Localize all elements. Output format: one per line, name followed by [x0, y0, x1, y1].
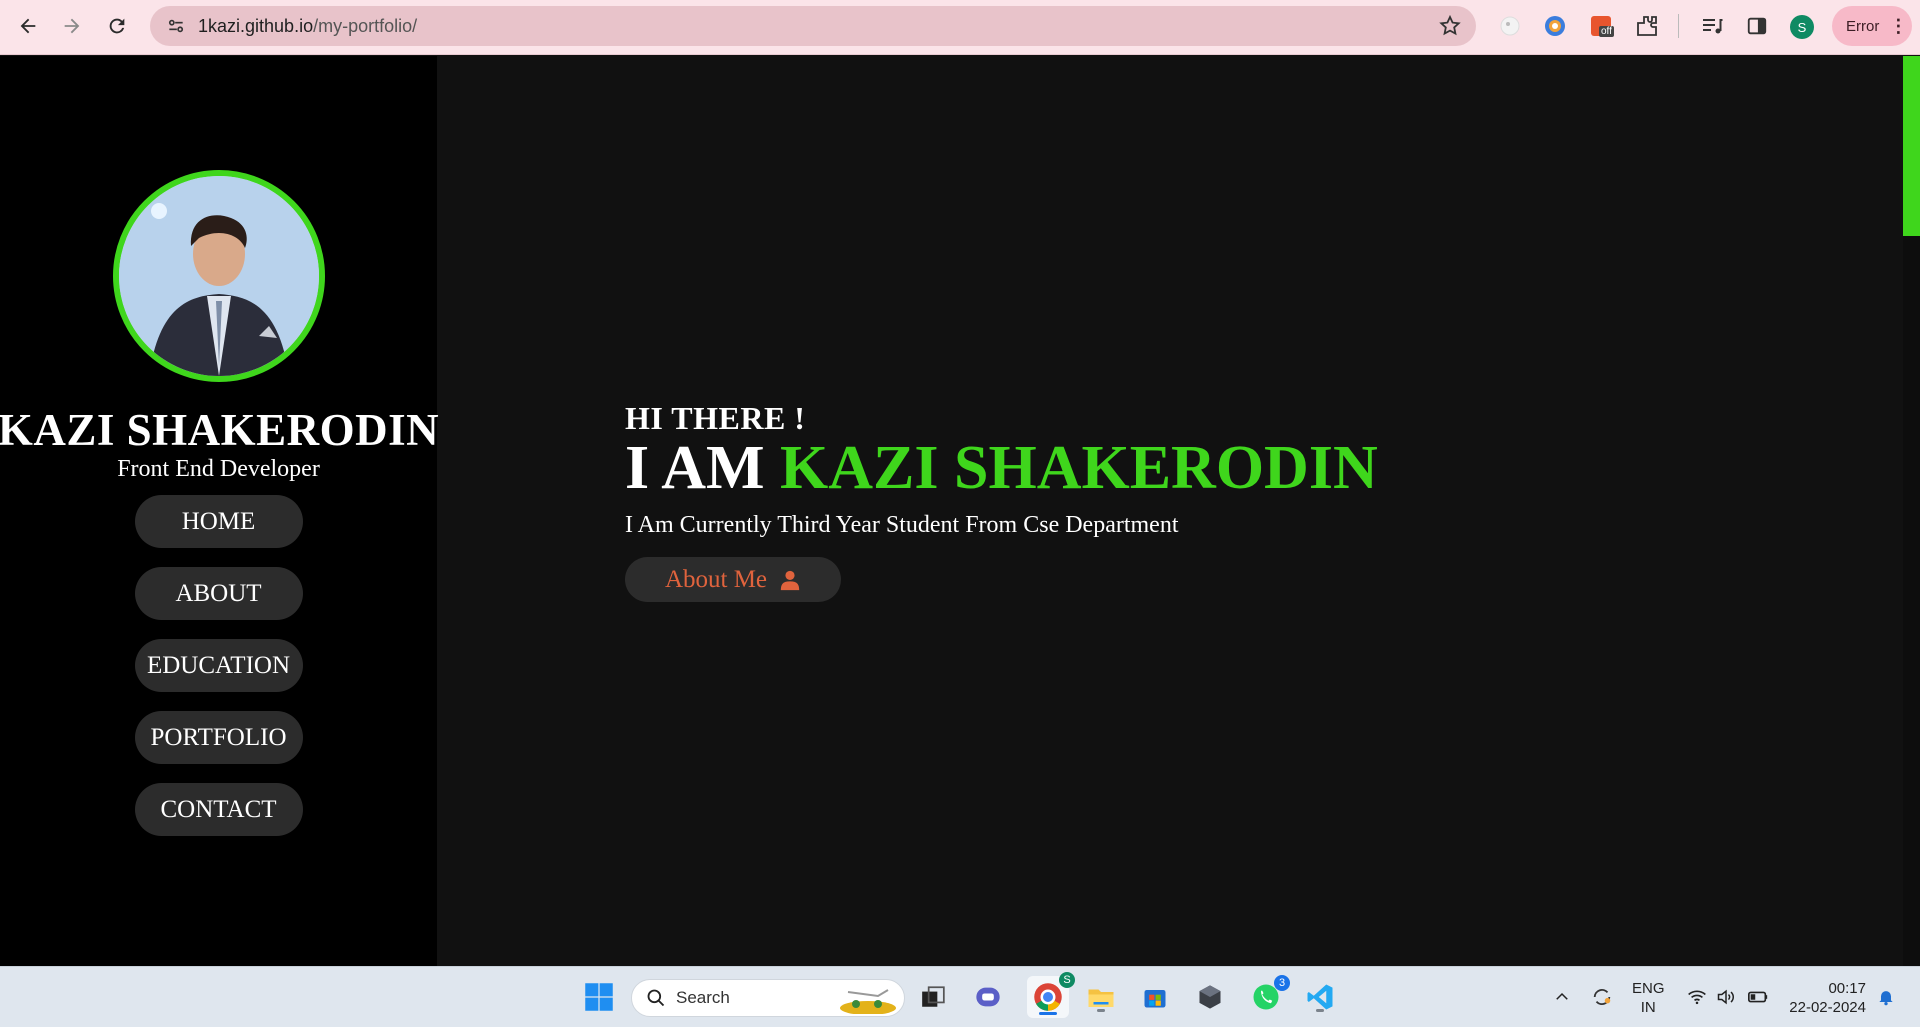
person-portrait-icon	[118, 176, 319, 376]
nav-portfolio-button[interactable]: PORTFOLIO	[134, 711, 303, 764]
extension-off-badge: off	[1599, 26, 1614, 37]
about-me-label: About Me	[664, 565, 768, 593]
chrome-profile-badge: S	[1059, 972, 1075, 988]
cube-app-icon[interactable]	[1192, 979, 1228, 1015]
hero-headline: I AM KAZI SHAKERODIN	[625, 433, 1378, 504]
lang-line2: IN	[1640, 999, 1656, 1016]
extension-off-icon[interactable]: off	[1587, 12, 1615, 40]
menu-dots-icon: ⋮	[1889, 15, 1908, 36]
file-explorer-icon[interactable]	[1083, 979, 1119, 1015]
hero-description: I Am Currently Third Year Student From C…	[625, 512, 1179, 538]
search-label: Search	[676, 988, 730, 1007]
lang-line1: ENG	[1632, 980, 1665, 997]
hero-name: KAZI SHAKERODIN	[780, 434, 1378, 502]
error-label: Error	[1846, 17, 1880, 35]
extension-circle-icon[interactable]	[1541, 12, 1569, 40]
notification-bell-icon[interactable]	[1868, 979, 1904, 1015]
profile-name: KAZI SHAKERODIN	[0, 405, 440, 455]
page-scrollbar[interactable]	[1903, 56, 1920, 966]
hero-greeting: HI THERE !	[625, 400, 806, 436]
taskbar-clock[interactable]: 00:17 22-02-2024	[1780, 979, 1866, 1017]
nav-education-button[interactable]: EDUCATION	[134, 639, 303, 692]
back-button[interactable]	[10, 8, 46, 44]
teams-chat-icon[interactable]	[970, 979, 1006, 1015]
browser-toolbar: 1kazi.github.io/my-portfolio/ off S Erro…	[0, 0, 1920, 55]
profile-photo	[112, 170, 325, 382]
chrome-taskbar-icon[interactable]: S	[1027, 972, 1075, 1018]
site-info-icon[interactable]	[164, 14, 188, 38]
extensions-puzzle-icon[interactable]	[1633, 12, 1661, 40]
scrollbar-thumb[interactable]	[1903, 56, 1920, 236]
vscode-icon[interactable]	[1302, 979, 1338, 1015]
url-path: /my-portfolio/	[313, 15, 418, 36]
hero-section: HI THERE ! I AM KAZI SHAKERODIN I Am Cur…	[625, 400, 1378, 602]
whatsapp-unread-badge: 3	[1274, 975, 1290, 991]
start-windows-icon[interactable]	[581, 979, 617, 1015]
clock-time: 00:17	[1828, 980, 1866, 997]
microsoft-store-icon[interactable]	[1137, 979, 1173, 1015]
profile-avatar[interactable]: S	[1790, 15, 1814, 39]
sidebar: KAZI SHAKERODIN Front End Developer HOME…	[0, 56, 440, 966]
page-content: KAZI SHAKERODIN Front End Developer HOME…	[0, 56, 1920, 966]
bookmark-star-icon[interactable]	[1438, 14, 1462, 38]
nav-about-button[interactable]: ABOUT	[134, 567, 303, 620]
nav-contact-button[interactable]: CONTACT	[134, 783, 303, 836]
forward-button[interactable]	[54, 8, 90, 44]
toolbar-divider	[1678, 14, 1679, 38]
battery-icon[interactable]	[1740, 979, 1776, 1015]
address-bar[interactable]: 1kazi.github.io/my-portfolio/	[150, 6, 1476, 46]
error-chip-button[interactable]: Error ⋮	[1832, 6, 1912, 46]
reload-button[interactable]	[99, 8, 135, 44]
sidebar-nav: HOME ABOUT EDUCATION PORTFOLIO CONTACT	[134, 495, 303, 836]
side-panel-icon[interactable]	[1743, 12, 1771, 40]
extension-eye-icon[interactable]	[1496, 12, 1524, 40]
volume-icon[interactable]	[1708, 979, 1744, 1015]
media-queue-icon[interactable]	[1698, 12, 1726, 40]
task-view-icon[interactable]	[915, 979, 951, 1015]
explorer-running-indicator	[1097, 1009, 1105, 1012]
url-host: 1kazi.github.io	[198, 15, 314, 36]
arrow-left-icon	[20, 18, 36, 34]
about-me-button[interactable]: About Me	[625, 557, 841, 602]
clock-date: 22-02-2024	[1789, 999, 1866, 1016]
sync-icon[interactable]	[1584, 979, 1620, 1015]
url-text[interactable]: 1kazi.github.io/my-portfolio/	[198, 16, 417, 37]
hero-iam-text: I AM	[625, 434, 765, 502]
profile-role: Front End Developer	[117, 456, 320, 482]
reload-icon	[109, 18, 125, 34]
taskbar-search[interactable]: Search	[631, 979, 905, 1017]
chrome-active-indicator	[1039, 1012, 1057, 1015]
input-language[interactable]: ENG IN	[1632, 979, 1665, 1017]
windows-taskbar: Search S 3 ENG IN 00:17 22-02-2024	[0, 966, 1920, 1027]
nav-home-button[interactable]: HOME	[134, 495, 303, 548]
arrow-right-icon	[64, 18, 80, 34]
user-icon	[780, 570, 800, 590]
vscode-running-indicator	[1316, 1009, 1324, 1012]
search-icon	[647, 989, 665, 1007]
whatsapp-icon[interactable]: 3	[1248, 975, 1290, 1015]
chevron-up-icon[interactable]	[1544, 979, 1580, 1015]
search-highlight-icon	[840, 989, 896, 1014]
